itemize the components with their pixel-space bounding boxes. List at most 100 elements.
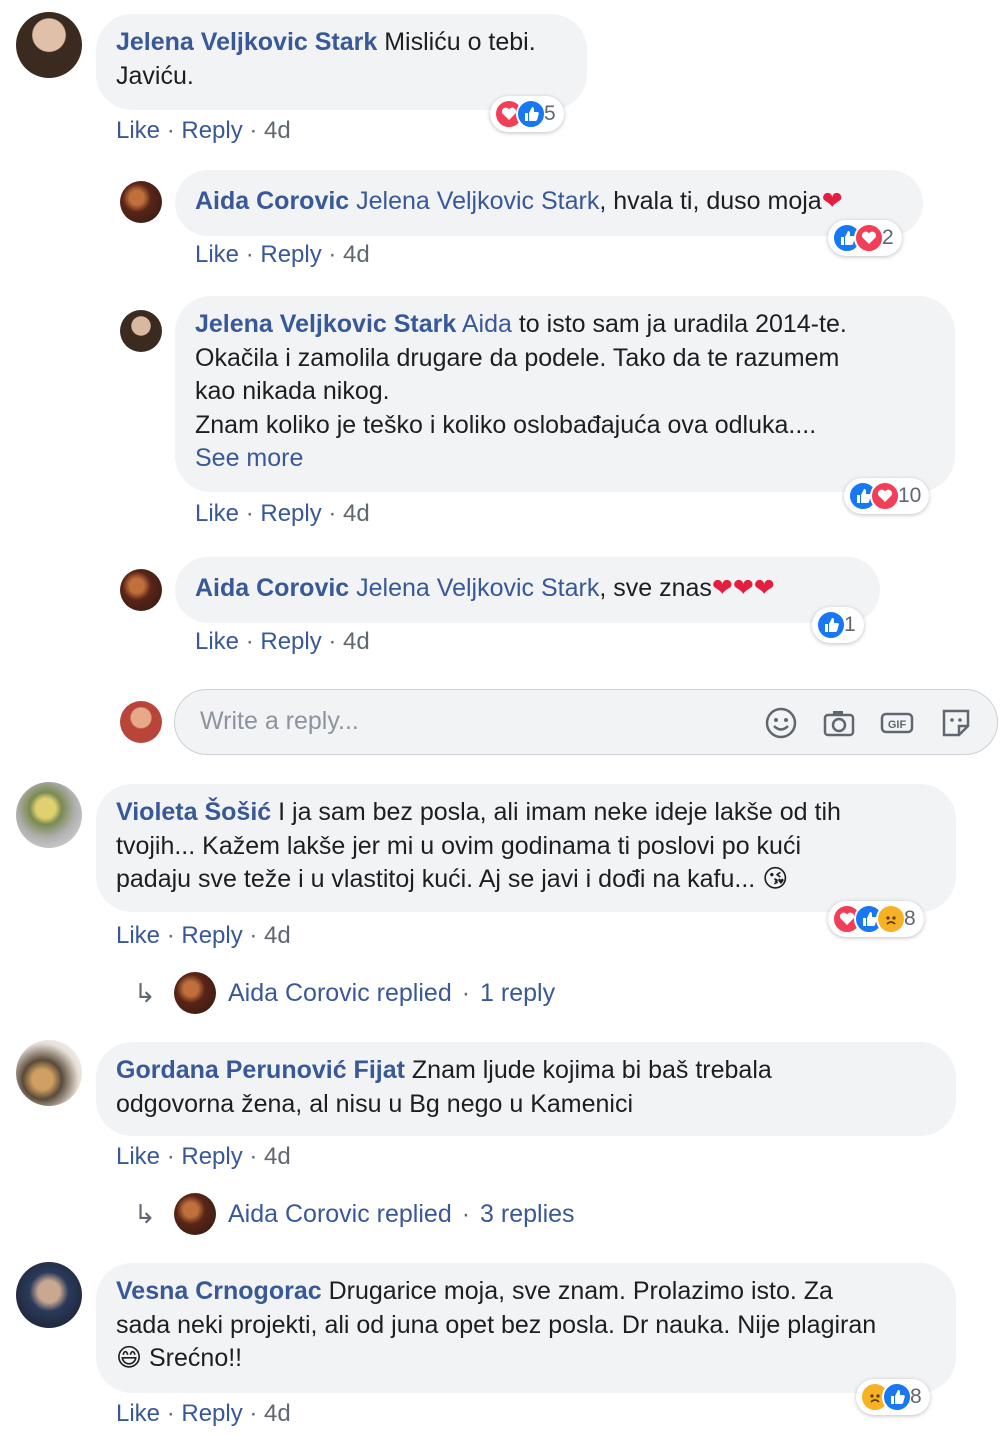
comment-actions: Like · Reply · 4d xyxy=(195,241,370,268)
love-icon xyxy=(870,481,900,511)
comment-actions: Like · Reply · 4d xyxy=(195,628,370,655)
sad-icon xyxy=(876,904,906,934)
like-link[interactable]: Like xyxy=(195,241,239,268)
love-icon xyxy=(854,223,884,253)
comment-text: sada neki projekti, ali od juna opet bez… xyxy=(116,1310,877,1339)
comment-bubble: Vesna Crnogorac Drugarice moja, sve znam… xyxy=(96,1263,956,1393)
comment-text: padaju sve teže i u vlastitoj kući. Aj s… xyxy=(116,865,756,893)
reply-placeholder: Write a reply... xyxy=(200,707,359,735)
timestamp[interactable]: 4d xyxy=(264,117,291,144)
comment-text: tvojih... Kažem lakše jer mi u ovim godi… xyxy=(116,831,802,860)
comment-author[interactable]: Vesna Crnogorac xyxy=(116,1277,322,1305)
avatar[interactable] xyxy=(16,12,82,78)
comment-text: , sve znas xyxy=(599,574,712,602)
reaction-summary[interactable]: 8 xyxy=(828,901,924,937)
avatar[interactable] xyxy=(120,181,162,223)
like-link[interactable]: Like xyxy=(116,117,160,144)
reaction-summary[interactable]: 10 xyxy=(844,478,930,514)
avatar[interactable] xyxy=(16,1262,82,1328)
like-link[interactable]: Like xyxy=(116,1143,160,1170)
like-link[interactable]: Like xyxy=(116,922,160,949)
reaction-summary[interactable]: 1 xyxy=(812,607,864,643)
kiss-emoji-icon: 😘 xyxy=(762,865,789,893)
comment-author[interactable]: Gordana Perunović Fijat xyxy=(116,1056,405,1084)
comment-text: Srećno!! xyxy=(142,1344,243,1372)
reply-arrow-icon: ↳ xyxy=(134,1198,156,1229)
reaction-count: 1 xyxy=(844,613,856,636)
timestamp[interactable]: 4d xyxy=(264,922,291,949)
comment-text: , hvala ti, duso moja xyxy=(599,187,822,215)
see-more-link[interactable]: See more xyxy=(195,444,303,472)
reply-count: 3 replies xyxy=(480,1199,575,1228)
svg-text:GIF: GIF xyxy=(888,719,907,731)
gif-icon[interactable]: GIF xyxy=(880,706,914,740)
heart-emoji-icon: ❤❤❤ xyxy=(711,574,775,602)
timestamp[interactable]: 4d xyxy=(343,500,370,527)
reaction-count: 5 xyxy=(544,102,556,125)
reply-link[interactable]: Reply xyxy=(181,1400,242,1427)
timestamp[interactable]: 4d xyxy=(264,1143,291,1170)
timestamp[interactable]: 4d xyxy=(343,241,370,268)
view-replies-link[interactable]: ↳ Aida Corovic replied · 1 reply xyxy=(134,972,555,1014)
comment-actions: Like · Reply · 4d xyxy=(116,1400,291,1427)
avatar xyxy=(174,972,216,1014)
mention[interactable]: Jelena Veljkovic Stark xyxy=(356,574,599,602)
comment-text: Okačila i zamolila drugare da podele. Ta… xyxy=(195,343,840,372)
reply-link[interactable]: Reply xyxy=(181,117,242,144)
reply-arrow-icon: ↳ xyxy=(134,977,156,1008)
reply-count: 1 reply xyxy=(480,978,556,1007)
avatar[interactable] xyxy=(120,569,162,611)
mention[interactable]: Jelena Veljkovic Stark xyxy=(356,187,599,215)
comment-bubble: Aida Corovic Jelena Veljkovic Stark, sve… xyxy=(175,557,880,623)
comment-text: odgovorna žena, al nisu u Bg nego u Kame… xyxy=(116,1089,634,1118)
reply-link[interactable]: Reply xyxy=(260,628,321,655)
replied-author: Aida Corovic replied xyxy=(228,1199,452,1228)
comment-author[interactable]: Jelena Veljkovic Stark xyxy=(116,28,377,56)
mention[interactable]: Aida xyxy=(462,310,512,338)
reaction-count: 8 xyxy=(904,907,916,930)
comment-author[interactable]: Aida Corovic xyxy=(195,187,349,215)
avatar[interactable] xyxy=(120,310,162,352)
comment-bubble: Aida Corovic Jelena Veljkovic Stark, hva… xyxy=(175,170,923,236)
avatar xyxy=(174,1193,216,1235)
like-link[interactable]: Like xyxy=(195,628,239,655)
comment-text: Misliću o tebi. xyxy=(377,28,536,56)
reaction-summary[interactable]: 8 xyxy=(856,1379,930,1415)
comment-text: Javiću. xyxy=(116,61,194,90)
like-link[interactable]: Like xyxy=(195,500,239,527)
emoji-icon[interactable] xyxy=(764,706,798,740)
avatar[interactable] xyxy=(16,782,82,848)
comment-text: to isto sam ja uradila 2014-te. xyxy=(511,310,847,338)
comment-bubble: Gordana Perunović Fijat Znam ljude kojim… xyxy=(96,1042,956,1136)
timestamp[interactable]: 4d xyxy=(343,628,370,655)
comment-author[interactable]: Aida Corovic xyxy=(195,574,349,602)
camera-icon[interactable] xyxy=(822,706,856,740)
like-icon xyxy=(882,1382,912,1412)
comment-author[interactable]: Jelena Veljkovic Stark xyxy=(195,310,456,338)
reply-link[interactable]: Reply xyxy=(181,1143,242,1170)
comment-author[interactable]: Violeta Šošić xyxy=(116,798,271,826)
reply-link[interactable]: Reply xyxy=(260,241,321,268)
like-icon xyxy=(516,99,546,129)
comment-actions: Like · Reply · 4d xyxy=(116,1143,291,1170)
comment-actions: Like · Reply · 4d xyxy=(116,922,291,949)
replied-author: Aida Corovic replied xyxy=(228,978,452,1007)
avatar[interactable] xyxy=(16,1040,82,1106)
comment-text: Znam ljude kojima bi baš trebala xyxy=(404,1056,772,1084)
reply-link[interactable]: Reply xyxy=(260,500,321,527)
reply-link[interactable]: Reply xyxy=(181,922,242,949)
reaction-count: 10 xyxy=(898,484,922,507)
view-replies-link[interactable]: ↳ Aida Corovic replied · 3 replies xyxy=(134,1193,575,1235)
reaction-summary[interactable]: 2 xyxy=(828,220,902,256)
timestamp[interactable]: 4d xyxy=(264,1400,291,1427)
comment-text: kao nikada nikog. xyxy=(195,377,390,405)
comment-text: Drugarice moja, sve znam. Prolazimo isto… xyxy=(321,1277,833,1305)
like-icon xyxy=(816,610,846,640)
sticker-icon[interactable] xyxy=(939,706,973,740)
reaction-summary[interactable]: 5 xyxy=(490,96,564,132)
comment-bubble: Jelena Veljkovic Stark Aida to isto sam … xyxy=(175,296,955,492)
reaction-count: 8 xyxy=(910,1385,922,1408)
like-link[interactable]: Like xyxy=(116,1400,160,1427)
comment-actions: Like · Reply · 4d xyxy=(116,117,291,144)
reply-input[interactable]: Write a reply... GIF xyxy=(174,689,998,755)
